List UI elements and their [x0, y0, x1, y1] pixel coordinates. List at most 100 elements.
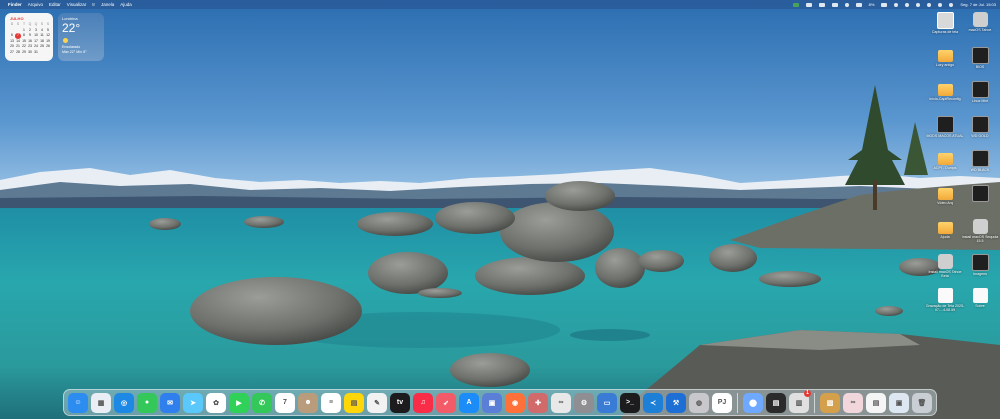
xcode-icon[interactable]: ⚒ — [666, 392, 686, 413]
menubar-clock[interactable]: Seg. 7 de Jul. 15:03 — [960, 0, 996, 9]
ai-icon[interactable]: ∞ — [551, 392, 571, 413]
dock-glyph: ≺ — [650, 399, 656, 407]
desktop-icon[interactable]: Install macOS Sequoia 15.5 — [960, 219, 1000, 244]
weather-condition: Ensolarado — [62, 45, 81, 49]
status-box-icon[interactable] — [831, 2, 838, 7]
dock-glyph: ◍ — [695, 399, 703, 407]
desktop-icon[interactable]: BIOS — [960, 46, 1000, 69]
console-icon[interactable]: ▤ — [766, 392, 786, 413]
menu-visualizar[interactable]: Visualizar — [67, 0, 86, 9]
tv-icon[interactable]: tv — [390, 392, 410, 413]
desktop-wallpaper — [0, 0, 1000, 419]
menu-editar[interactable]: Editar — [49, 0, 61, 9]
dock-glyph: ∞ — [850, 399, 856, 406]
desktop-icon-label: Vídeo Arq — [937, 200, 953, 205]
migration-icon[interactable]: ⬤ — [743, 392, 763, 413]
desktop-icon[interactable] — [960, 184, 1000, 203]
desktop-icon[interactable]: WD GOLD — [960, 115, 1000, 138]
status-box-icon[interactable] — [855, 2, 862, 7]
settings-icon[interactable]: ⚙ — [574, 392, 594, 413]
dock-glyph: ▭ — [603, 399, 611, 407]
desktop-icon-label: MODS MACOS ATUAL — [926, 133, 964, 138]
calendar-icon[interactable]: 7 — [275, 392, 295, 413]
photos-icon[interactable]: ✿ — [206, 392, 226, 413]
desktop-icon[interactable]: Ajuda — [925, 219, 965, 239]
desktop-icon[interactable]: ACPI - Dumps — [925, 150, 965, 170]
screen-sharing-icon[interactable]: ▭ — [597, 392, 617, 413]
desktop-icon[interactable]: WD BLACK — [960, 150, 1000, 172]
volume-icon[interactable] — [905, 2, 910, 7]
network-icon[interactable] — [894, 2, 899, 7]
maps-icon[interactable]: ➤ — [183, 392, 203, 413]
control-center-icon[interactable] — [949, 2, 954, 7]
desktop-icon[interactable]: Luzy antigo — [925, 47, 965, 67]
menu-finder[interactable]: Finder — [8, 0, 22, 9]
archive-icon[interactable]: ▧ — [820, 392, 840, 413]
rocket-icon[interactable]: ➶ — [436, 392, 456, 413]
launchpad-icon[interactable]: ▦ — [91, 392, 111, 413]
search-icon[interactable] — [938, 2, 943, 7]
folder-icon — [937, 49, 953, 62]
desktop-icon[interactable]: macOS Tahoe — [960, 12, 1000, 32]
desktop-icon[interactable]: Install macOS Tahoe Beta — [925, 253, 965, 279]
ai-folder-icon[interactable]: ∞ — [843, 392, 863, 413]
doc-stack-icon[interactable]: ▤ — [866, 392, 886, 413]
battery-icon[interactable] — [881, 2, 888, 7]
desktop-icon[interactable]: Linux Mint — [960, 81, 1000, 103]
disk-utility-icon[interactable]: ◍ — [689, 392, 709, 413]
desktop-icon[interactable]: Gravação de Tela 2025-07-...4.08.59 — [925, 288, 965, 313]
desktop-icon-label: WD GOLD — [971, 133, 989, 138]
tool-icon[interactable]: ✚ — [528, 392, 548, 413]
desktop-icon-label: WD BLACK — [970, 168, 990, 172]
dock-glyph: ✿ — [213, 399, 219, 407]
music-icon[interactable]: ♫ — [413, 392, 433, 413]
status-dot-icon[interactable] — [844, 2, 849, 7]
app-store-icon[interactable]: A — [459, 392, 479, 413]
desktop-icon-label: BIOS — [975, 64, 985, 69]
desktop-icon[interactable]: Capturas de tela — [925, 12, 965, 34]
pdf-icon[interactable]: PJ — [712, 392, 732, 413]
terminal-icon[interactable]: >_ — [620, 392, 640, 413]
desktop-icon[interactable]: Imagens — [960, 253, 1000, 276]
status-box-icon[interactable] — [805, 2, 812, 7]
desktop-icon[interactable]: Vídeo Arq — [925, 185, 965, 205]
menu-ajuda[interactable]: Ajuda — [120, 0, 132, 9]
dock-glyph: ✎ — [374, 399, 380, 407]
screenshot-icon — [936, 12, 954, 29]
safari-icon[interactable]: ◎ — [114, 392, 134, 413]
menu-arquivo[interactable]: Arquivo — [28, 0, 43, 9]
notes-icon[interactable]: ▤ — [344, 392, 364, 413]
preview-icon[interactable]: ▣ — [482, 392, 502, 413]
desktop-icon[interactable]: MODS MACOS ATUAL — [925, 115, 965, 138]
freeform-icon[interactable]: ✎ — [367, 392, 387, 413]
vscode-icon[interactable]: ≺ — [643, 392, 663, 413]
desktop-icon[interactable]: Sobre — [960, 288, 1000, 308]
contacts-icon[interactable]: ☻ — [298, 392, 318, 413]
dock-glyph: ▤ — [772, 399, 780, 407]
firefox-icon[interactable]: ◉ — [505, 392, 525, 413]
desktop-icon[interactable]: Inicio-CaptReconfig — [925, 81, 965, 101]
facetime-icon[interactable]: ▶ — [229, 392, 249, 413]
menu-ir[interactable]: Ir — [92, 0, 95, 9]
messages-icon[interactable]: ● — [137, 392, 157, 413]
calendar-widget[interactable]: JULHO D S T Q Q S S 1 2 3 4 5 6 7 8 9 10 11 12 13 14 15 16 17 18… — [5, 13, 53, 61]
finder-icon[interactable]: ☺ — [68, 392, 88, 413]
printer-icon[interactable]: ▥ — [789, 389, 811, 413]
menu-janela[interactable]: Janela — [101, 0, 114, 9]
bluetooth-icon[interactable] — [916, 2, 921, 7]
phone-icon[interactable]: ✆ — [252, 392, 272, 413]
dock-glyph: ▤ — [350, 399, 358, 407]
dock-glyph: ☺ — [74, 399, 82, 406]
screenshot-stack-icon[interactable]: ▣ — [889, 392, 909, 413]
dark-app-icon — [971, 46, 989, 64]
wifi-icon[interactable] — [927, 2, 932, 7]
weather-widget[interactable]: Londrina 22° Ensolarado Máx 22° Mín 8° — [58, 13, 104, 61]
mail-icon[interactable]: ✉ — [160, 392, 180, 413]
trash-icon[interactable]: 🗑 — [912, 392, 932, 413]
dock-glyph: ✚ — [535, 399, 541, 407]
status-box-icon[interactable] — [818, 2, 825, 7]
status-green-icon[interactable] — [792, 2, 799, 7]
desktop-icon-label: Luzy antigo — [935, 62, 955, 67]
dock-glyph: ☻ — [304, 399, 312, 406]
reminders-icon[interactable]: ≡ — [321, 392, 341, 413]
